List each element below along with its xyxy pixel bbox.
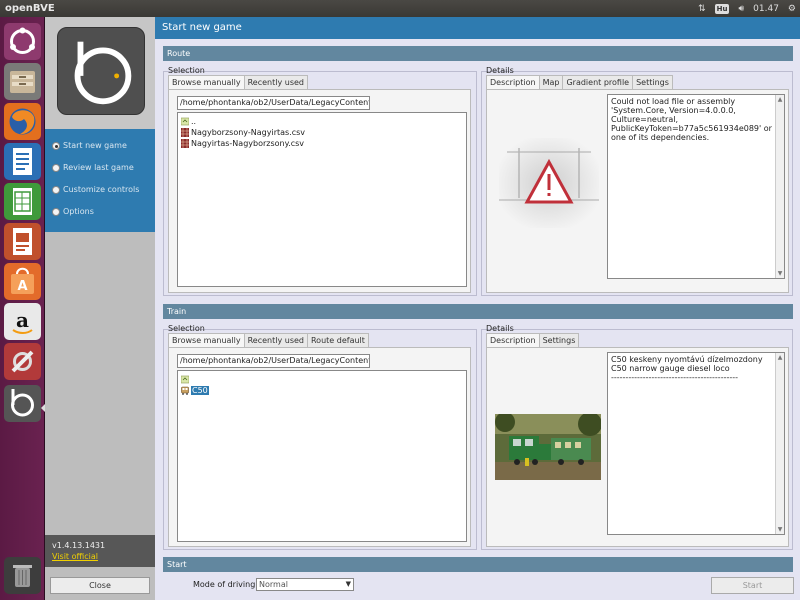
menu-start-new-game[interactable]: Start new game [52,141,127,150]
writer-icon[interactable] [4,143,41,180]
volume-icon[interactable]: 🔊︎ [738,4,744,14]
keyboard-layout-indicator[interactable]: Hu [714,3,730,14]
scroll-down-icon[interactable]: ▼ [776,525,784,534]
train-details-label: Details [486,324,514,333]
list-item[interactable]: C50 [181,386,209,395]
system-tray: ⇅ Hu 🔊︎ 01.47 ⚙ [698,1,796,16]
route-file-list[interactable]: .. Nagyborzsony-Nagyirtas.csv Nagyirtas-… [177,112,467,287]
tab-train-route-default[interactable]: Route default [306,333,369,347]
launcher: A a [0,17,45,600]
firefox-icon[interactable] [4,103,41,140]
openbve-logo [57,27,145,115]
openbve-icon[interactable] [4,385,41,422]
route-description-panel: Could not load file or assembly 'System.… [486,89,789,293]
menu-review-last-game[interactable]: Review last game [52,163,134,172]
route-details-label: Details [486,66,514,75]
page-title: Start new game [155,17,800,39]
scroll-up-icon[interactable]: ▲ [776,95,784,104]
mode-of-driving-label: Mode of driving: [193,580,258,589]
scroll-down-icon[interactable]: ▼ [776,269,784,278]
scroll-up-icon[interactable]: ▲ [776,353,784,362]
logo-area [45,17,155,129]
radio-icon[interactable] [52,163,60,172]
clock[interactable]: 01.47 [753,4,779,14]
list-item[interactable]: .. [181,117,196,126]
main-menu: Start new game Review last game Customiz… [45,129,155,232]
route-selection-group: Selection Browse manually Recently used … [163,66,477,296]
tab-route-gradient-profile[interactable]: Gradient profile [562,75,634,89]
start-button[interactable]: Start [711,577,794,594]
warning-icon [499,138,599,228]
visit-official-link[interactable]: Visit official [52,552,98,561]
train-preview-image [495,414,601,480]
route-path-field[interactable]: /home/phontanka/ob2/UserData/LegacyConte… [177,96,370,110]
main-area: Start new game Route Selection Browse ma… [155,17,800,600]
radio-icon[interactable] [52,207,60,216]
route-section-bar: Route [163,46,793,61]
route-file-icon [181,128,189,137]
route-details-tabs: Description Map Gradient profile Setting… [486,75,673,89]
start-section-bar: Start [163,557,793,572]
tab-train-browse-manually[interactable]: Browse manually [168,333,245,347]
list-item[interactable]: Nagyirtas-Nagyborzsony.csv [181,139,304,148]
route-selection-tabs: Browse manually Recently used [168,75,308,89]
route-selection-label: Selection [168,66,205,75]
tab-route-description[interactable]: Description [486,75,540,89]
train-file-list[interactable]: C50 [177,370,467,542]
svg-text:A: A [17,279,27,294]
software-center-icon[interactable]: A [4,263,41,300]
menu-customize-controls[interactable]: Customize controls [52,185,139,194]
route-details-group: Details Description Map Gradient profile… [481,66,793,296]
list-item[interactable]: Nagyborzsony-Nagyirtas.csv [181,128,305,137]
left-panel: Start new game Review last game Customiz… [45,17,155,600]
list-item[interactable] [181,375,191,384]
train-details-group: Details Description Settings C50 keskeny… [481,324,793,550]
train-description-text: C50 keskeny nyomtávú dízelmozdony C50 na… [607,352,785,535]
route-file-icon [181,139,189,148]
train-icon [181,386,189,395]
amazon-icon[interactable]: a [4,303,41,340]
gear-icon[interactable]: ⚙ [788,4,796,14]
tab-train-description[interactable]: Description [486,333,540,347]
radio-icon[interactable] [52,141,60,150]
train-details-tabs: Description Settings [486,333,580,347]
tab-route-settings[interactable]: Settings [632,75,673,89]
route-browse-panel: /home/phontanka/ob2/UserData/LegacyConte… [168,89,471,293]
ubuntu-icon[interactable] [4,23,41,60]
tab-train-recently-used[interactable]: Recently used [243,333,308,347]
impress-icon[interactable] [4,223,41,260]
app-title: openBVE [5,3,55,14]
train-selection-label: Selection [168,324,205,333]
calc-icon[interactable] [4,183,41,220]
radio-icon[interactable] [52,185,60,194]
train-path-field[interactable]: /home/phontanka/ob2/UserData/LegacyConte… [177,354,370,368]
folder-up-icon [181,117,189,126]
version-label: v1.4.13.1431 [52,541,106,550]
folder-up-icon [181,375,189,384]
train-section-bar: Train [163,304,793,319]
train-selection-group: Selection Browse manually Recently used … [163,324,477,550]
version-area: v1.4.13.1431 Visit official [45,535,155,567]
mode-of-driving-select[interactable]: Normal ▼ [256,578,354,591]
train-description-panel: C50 keskeny nyomtávú dízelmozdony C50 na… [486,347,789,547]
trash-icon[interactable] [4,557,41,594]
svg-text:a: a [16,308,29,332]
chevron-down-icon[interactable]: ▼ [346,580,351,588]
route-description-text: Could not load file or assembly 'System.… [607,94,785,279]
route-description-scrollbar[interactable]: ▲ ▼ [775,95,784,278]
tab-route-browse-manually[interactable]: Browse manually [168,75,245,89]
tab-route-recently-used[interactable]: Recently used [243,75,308,89]
tab-route-map[interactable]: Map [538,75,564,89]
train-browse-panel: /home/phontanka/ob2/UserData/LegacyConte… [168,347,471,547]
files-icon[interactable] [4,63,41,100]
train-description-scrollbar[interactable]: ▲ ▼ [775,353,784,534]
menu-options[interactable]: Options [52,207,94,216]
train-selection-tabs: Browse manually Recently used Route defa… [168,333,369,347]
close-button[interactable]: Close [50,577,150,594]
top-panel: openBVE ⇅ Hu 🔊︎ 01.47 ⚙ [0,0,800,17]
tab-train-settings[interactable]: Settings [538,333,580,347]
network-icon[interactable]: ⇅ [698,4,706,14]
settings-icon[interactable] [4,343,41,380]
